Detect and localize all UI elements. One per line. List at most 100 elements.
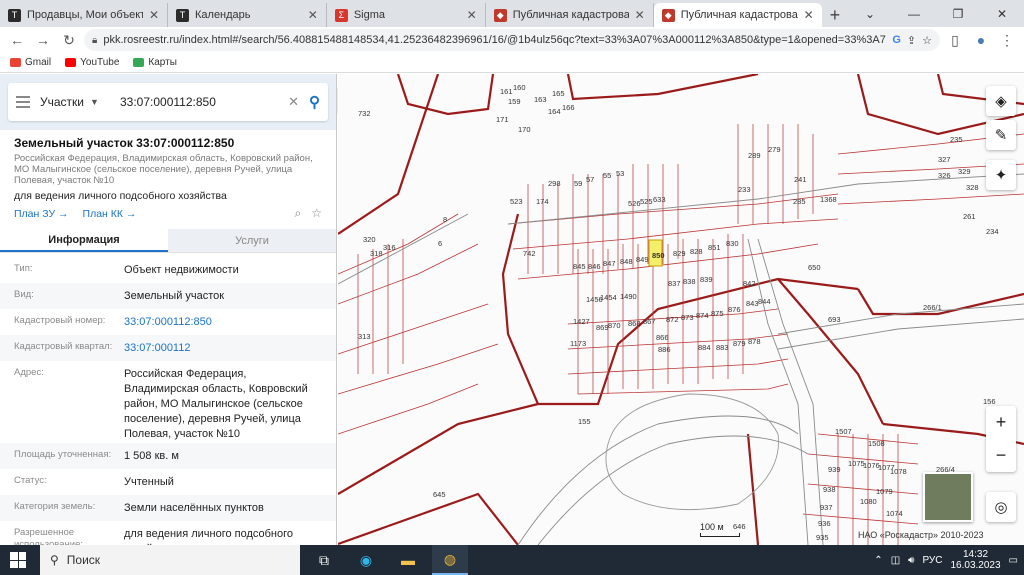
tray-chevron-icon[interactable]: ⌃ (874, 555, 882, 566)
parcel-label: 57 (586, 175, 594, 184)
restore-icon[interactable]: ❐ (936, 0, 980, 27)
favorite-star-icon[interactable]: ☆ (311, 206, 322, 221)
browser-toolbar: ← → ↻ 🔒︎ pkk.rosreestr.ru/index.html#/se… (0, 27, 1024, 53)
tab-services[interactable]: Услуги (168, 229, 336, 252)
parcel-label: 289 (748, 151, 761, 160)
new-tab-button[interactable]: + (822, 3, 848, 27)
minimize-icon[interactable]: — (892, 0, 936, 27)
parcel-label: 873 (681, 313, 694, 322)
parcel-label: 837 (668, 279, 681, 288)
rosreestr-icon: ◆ (661, 8, 675, 22)
bookmark-gmail[interactable]: Gmail (10, 57, 51, 68)
reload-icon[interactable]: ↻ (58, 29, 80, 51)
chrome-icon[interactable]: ◍ (432, 545, 468, 575)
parcel-label: 59 (574, 179, 582, 188)
menu-hamburger-icon[interactable] (16, 96, 30, 108)
address-bar[interactable]: 🔒︎ pkk.rosreestr.ru/index.html#/search/5… (84, 29, 940, 51)
parcel-label: 650 (808, 263, 821, 272)
parcel-label: 939 (828, 465, 841, 474)
windows-start-icon[interactable] (10, 552, 26, 568)
browser-tab[interactable]: T Продавцы, Мои объекты ✕ (0, 3, 168, 27)
network-icon[interactable]: ◫ (891, 555, 900, 566)
task-view-icon[interactable]: ⧉ (306, 545, 342, 575)
zoom-control: + − (986, 406, 1016, 472)
search-input[interactable]: 33:07:000112:850 (120, 95, 278, 109)
info-tabs: Информация Услуги (0, 229, 336, 253)
volume-icon[interactable]: 🔊︎ (908, 555, 914, 566)
browser-tab-active[interactable]: ◆ Публичная кадастровая кар ✕ (653, 3, 822, 27)
bookmark-maps[interactable]: Карты (133, 57, 177, 68)
search-type-select[interactable]: Участки ▼ (40, 95, 110, 109)
profile-icon[interactable]: ● (970, 29, 992, 51)
file-explorer-icon[interactable]: ▬ (390, 545, 426, 575)
forward-icon[interactable]: → (32, 29, 54, 51)
clear-icon[interactable]: ✕ (288, 94, 299, 110)
zoom-out-button[interactable]: − (986, 439, 1016, 472)
tab-information[interactable]: Информация (0, 229, 168, 252)
browser-tab[interactable]: T Календарь ✕ (168, 3, 327, 27)
ruler-icon[interactable]: ✎ (986, 120, 1016, 150)
browser-tab[interactable]: Σ Sigma ✕ (327, 3, 486, 27)
search-icon[interactable]: ⚲ (309, 93, 320, 111)
map-canvas[interactable]: 742 845 846 847 848 849 850 829 828 851 830 650 155 6… (338, 74, 1024, 545)
compass-icon[interactable]: ◎ (986, 492, 1016, 522)
parcel-label: 261 (963, 212, 976, 221)
satellite-minimap[interactable] (923, 472, 973, 522)
bookmarks-bar: Gmail YouTube Карты (0, 53, 1024, 73)
tab-search-icon[interactable]: ⌄ (848, 0, 892, 27)
parcel-label: 326 (938, 171, 951, 180)
property-row: Адрес: Российская Федерация, Владимирская… (14, 367, 308, 440)
cadastral-map[interactable]: 742 845 846 847 848 849 850 829 828 851 830 650 155 6… (338, 74, 1024, 545)
taskbar-search[interactable]: ⚲ Поиск (40, 545, 300, 575)
browser-tab[interactable]: ◆ Публичная кадастровая кар ✕ (486, 3, 654, 27)
google-lens-icon[interactable]: G (892, 34, 901, 46)
parcel-label: 166 (562, 103, 575, 112)
lock-icon[interactable]: 🔒︎ (92, 35, 97, 46)
bookmark-star-icon[interactable]: ☆ (922, 34, 932, 47)
parcel-label: 159 (508, 97, 521, 106)
cadastral-quarter-link[interactable]: 33:07:000112 (124, 341, 322, 356)
plan-kk-link[interactable]: План КК → (83, 208, 137, 220)
parcel-label: 327 (938, 155, 951, 164)
parcel-label: 279 (768, 145, 781, 154)
zoom-to-icon[interactable]: ⌕ (295, 206, 302, 221)
property-row: Разрешенное использование: для ведения ли… (14, 527, 294, 545)
close-icon[interactable]: ✕ (635, 8, 645, 22)
close-window-icon[interactable]: ✕ (980, 0, 1024, 27)
clock[interactable]: 14:32 16.03.2023 (950, 549, 1000, 571)
parcel-label: 845 (573, 262, 586, 271)
parcel-label: 828 (690, 247, 703, 256)
cadastral-number-link[interactable]: 33:07:000112:850 (124, 315, 322, 330)
close-icon[interactable]: ✕ (467, 8, 477, 22)
menu-icon[interactable]: ⋮ (996, 29, 1018, 51)
property-row: Площадь уточненная: 1 508 кв. м (0, 443, 336, 469)
parcel-label: 693 (828, 315, 841, 324)
close-icon[interactable]: ✕ (149, 8, 159, 22)
back-icon[interactable]: ← (6, 29, 28, 51)
bookmark-youtube[interactable]: YouTube (65, 57, 119, 68)
parcel-label: 161 (500, 87, 513, 96)
parcel-purpose: для ведения личного подсобного хозяйства (14, 190, 227, 202)
parcel-label: 6 (438, 239, 442, 248)
layers-icon[interactable]: ◈ (986, 86, 1016, 116)
parcel-label: 8 (443, 215, 447, 224)
parcel-label: 937 (820, 503, 833, 512)
parcel-label: 1454 (600, 293, 617, 302)
side-panel-icon[interactable]: ▯ (944, 29, 966, 51)
property-row: Вид: Земельный участок (0, 283, 336, 309)
parcel-label: 526 (628, 199, 641, 208)
dark-app-icon: T (8, 8, 21, 22)
parcel-label: 523 (510, 197, 523, 206)
close-icon[interactable]: ✕ (308, 8, 318, 22)
plan-zu-link[interactable]: План ЗУ → (14, 208, 69, 220)
location-pin-icon[interactable]: ✦ (986, 160, 1016, 190)
zoom-in-button[interactable]: + (986, 406, 1016, 439)
language-indicator[interactable]: РУС (922, 555, 942, 566)
share-icon[interactable]: ⇪ (907, 34, 916, 47)
close-icon[interactable]: ✕ (804, 8, 814, 22)
notifications-icon[interactable]: ▭ (1009, 555, 1018, 566)
copyright-text: НАО «Роскадастр» 2010-2023 (858, 530, 984, 540)
edge-icon[interactable]: ◉ (348, 545, 384, 575)
parcel-label: 235 (950, 135, 963, 144)
parcel-label: 285 (793, 197, 806, 206)
